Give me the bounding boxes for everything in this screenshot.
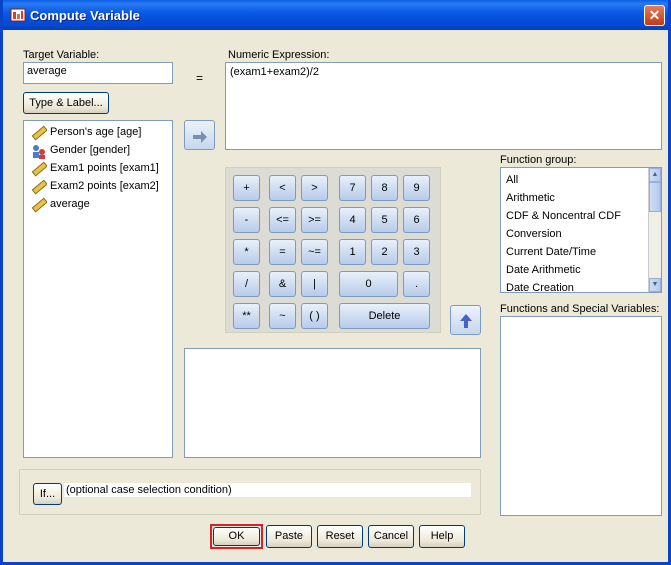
scale-ruler-icon xyxy=(31,197,47,213)
numeric-expression-input[interactable]: (exam1+exam2)/2 xyxy=(225,62,662,150)
function-group-list[interactable]: All Arithmetic CDF & Noncentral CDF Conv… xyxy=(500,167,662,293)
arrow-up-icon xyxy=(460,314,472,328)
functions-special-list[interactable] xyxy=(500,316,662,516)
calc-4-button[interactable]: 4 xyxy=(339,207,366,233)
calc-not-equal-button[interactable]: ~= xyxy=(301,239,328,265)
calc-7-button[interactable]: 7 xyxy=(339,175,366,201)
calc-8-button[interactable]: 8 xyxy=(371,175,398,201)
calc-3-button[interactable]: 3 xyxy=(403,239,430,265)
paste-button[interactable]: Paste xyxy=(266,525,312,548)
if-section: If... (optional case selection condition… xyxy=(19,469,481,515)
calc-and-button[interactable]: & xyxy=(269,271,296,297)
scale-ruler-icon xyxy=(31,179,47,195)
function-group-label: Function group: xyxy=(500,154,577,166)
calc-0-button[interactable]: 0 xyxy=(339,271,398,297)
target-variable-input[interactable]: average xyxy=(23,62,173,84)
close-icon: ✕ xyxy=(648,7,661,23)
scale-ruler-icon xyxy=(31,161,47,177)
calc-not-button[interactable]: ~ xyxy=(269,303,296,329)
function-group-item[interactable]: Conversion xyxy=(506,228,562,240)
calc-5-button[interactable]: 5 xyxy=(371,207,398,233)
ok-button[interactable]: OK xyxy=(213,527,260,546)
calc-1-button[interactable]: 1 xyxy=(339,239,366,265)
move-function-up-button[interactable] xyxy=(450,305,481,335)
scroll-down-icon[interactable]: ▼ xyxy=(649,278,661,292)
scale-ruler-icon xyxy=(31,125,47,141)
calc-multiply-button[interactable]: * xyxy=(233,239,260,265)
calc-divide-button[interactable]: / xyxy=(233,271,260,297)
equals-sign: = xyxy=(196,71,204,85)
function-group-item[interactable]: Date Arithmetic xyxy=(506,264,581,276)
calc-2-button[interactable]: 2 xyxy=(371,239,398,265)
variable-label: average xyxy=(50,198,90,210)
calc-greater-equal-button[interactable]: >= xyxy=(301,207,328,233)
variable-label: Gender [gender] xyxy=(50,144,131,156)
arrow-right-icon xyxy=(193,131,207,143)
scroll-thumb[interactable] xyxy=(649,182,661,212)
variable-label: Exam1 points [exam1] xyxy=(50,162,159,174)
title-bar[interactable]: Compute Variable ✕ xyxy=(3,0,668,30)
type-label-button[interactable]: Type & Label... xyxy=(23,92,109,114)
function-description-panel xyxy=(184,348,481,458)
variable-list[interactable]: Person's age [age] Gender [gender] Exam1… xyxy=(23,120,173,458)
calc-6-button[interactable]: 6 xyxy=(403,207,430,233)
function-group-item[interactable]: Arithmetic xyxy=(506,192,555,204)
if-button[interactable]: If... xyxy=(33,483,62,505)
case-selection-condition: (optional case selection condition) xyxy=(64,483,471,497)
window-title: Compute Variable xyxy=(30,8,140,23)
calc-delete-button[interactable]: Delete xyxy=(339,303,430,329)
calc-plus-button[interactable]: + xyxy=(233,175,260,201)
function-group-scrollbar[interactable]: ▲ ▼ xyxy=(648,168,661,292)
calc-less-than-button[interactable]: < xyxy=(269,175,296,201)
compute-variable-dialog: Compute Variable ✕ Target Variable: aver… xyxy=(0,0,671,565)
cancel-button[interactable]: Cancel xyxy=(368,525,414,548)
close-button[interactable]: ✕ xyxy=(644,5,665,26)
calc-less-equal-button[interactable]: <= xyxy=(269,207,296,233)
function-group-item[interactable]: CDF & Noncentral CDF xyxy=(506,210,621,222)
variable-label: Person's age [age] xyxy=(50,126,142,138)
help-button[interactable]: Help xyxy=(419,525,465,548)
calc-equals-button[interactable]: = xyxy=(269,239,296,265)
calc-decimal-button[interactable]: . xyxy=(403,271,430,297)
calc-parentheses-button[interactable]: ( ) xyxy=(301,303,328,329)
calc-power-button[interactable]: ** xyxy=(233,303,260,329)
function-group-item[interactable]: All xyxy=(506,174,518,186)
spss-app-icon xyxy=(10,8,26,22)
scroll-up-icon[interactable]: ▲ xyxy=(649,168,661,182)
calc-9-button[interactable]: 9 xyxy=(403,175,430,201)
calc-greater-than-button[interactable]: > xyxy=(301,175,328,201)
calculator-pad: + < > 7 8 9 - <= >= 4 5 6 * = ~= 1 2 3 /… xyxy=(225,167,441,333)
numeric-expression-label: Numeric Expression: xyxy=(228,49,330,61)
variable-label: Exam2 points [exam2] xyxy=(50,180,159,192)
calc-or-button[interactable]: | xyxy=(301,271,328,297)
reset-button[interactable]: Reset xyxy=(317,525,363,548)
move-to-expression-button[interactable] xyxy=(184,120,215,150)
functions-special-label: Functions and Special Variables: xyxy=(500,303,660,315)
function-group-item[interactable]: Date Creation xyxy=(506,282,574,292)
calc-minus-button[interactable]: - xyxy=(233,207,260,233)
function-group-item[interactable]: Current Date/Time xyxy=(506,246,596,258)
nominal-people-icon xyxy=(33,145,45,159)
target-variable-label: Target Variable: xyxy=(23,49,100,61)
